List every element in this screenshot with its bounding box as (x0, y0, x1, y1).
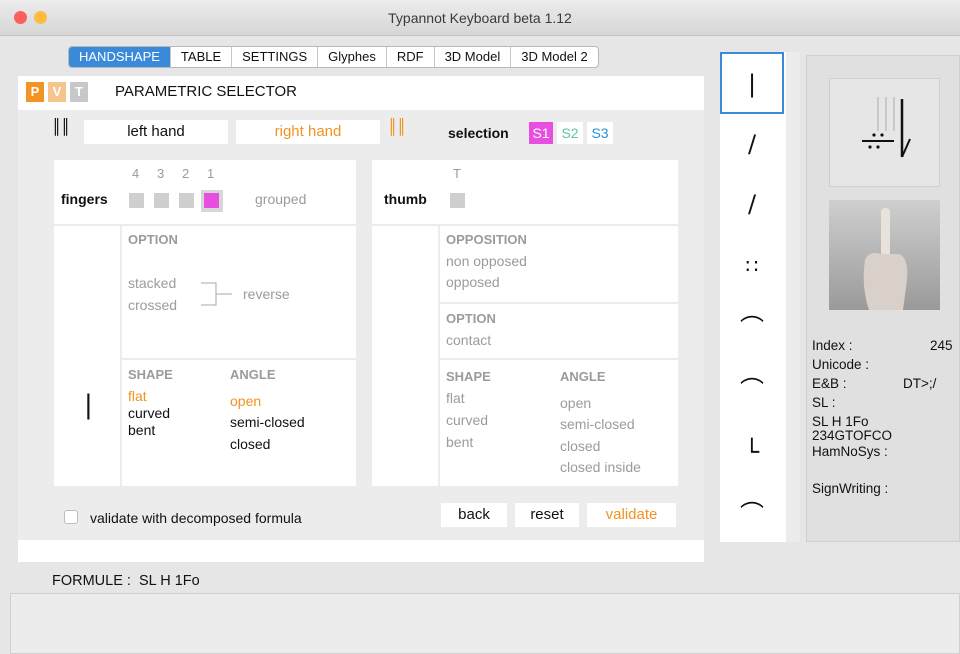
selection-label: selection (448, 125, 509, 141)
thumb-angle-semi-closed[interactable]: semi-closed (560, 416, 635, 432)
shape-title: SHAPE (128, 367, 173, 382)
finger-num-2: 2 (182, 166, 190, 181)
shape-curved[interactable]: curved (128, 405, 170, 421)
finger-num-1: 1 (207, 166, 215, 181)
finger-num-4: 4 (132, 166, 140, 181)
s3-button[interactable]: S3 (587, 122, 613, 144)
glyph-item[interactable]: └ (720, 422, 784, 482)
title-bar: Typannot Keyboard beta 1.12 (0, 0, 960, 36)
thumb-shape-title: SHAPE (446, 369, 491, 384)
bracket-connector (201, 282, 232, 306)
finger-2-checkbox[interactable] (179, 193, 194, 208)
thumb-option-title: OPTION (446, 311, 496, 326)
thumb-shape-bent[interactable]: bent (446, 434, 473, 450)
finger-4-checkbox[interactable] (129, 193, 144, 208)
tab-table[interactable]: TABLE (171, 47, 233, 67)
selector-title: PARAMETRIC SELECTOR (115, 83, 297, 100)
crossed-option[interactable]: crossed (128, 297, 177, 313)
glyph-item[interactable]: | (720, 52, 784, 114)
right-hand-glyph: ║║ (388, 118, 407, 136)
grouped-label[interactable]: grouped (255, 191, 306, 207)
reverse-option[interactable]: reverse (243, 286, 290, 302)
right-hand-button[interactable]: right hand (236, 120, 380, 144)
glyph-item[interactable]: ⌒ (720, 298, 784, 358)
non-opposed-option[interactable]: non opposed (446, 253, 527, 269)
angle-closed[interactable]: closed (230, 436, 270, 452)
finger-1-checkbox[interactable] (204, 193, 219, 208)
opposition-title: OPPOSITION (446, 232, 527, 247)
glyph-item[interactable]: ∷ (720, 236, 784, 296)
tab-3d-model-2[interactable]: 3D Model 2 (511, 47, 597, 67)
s2-button[interactable]: S2 (557, 122, 583, 144)
glyph-item[interactable]: ⌒ (720, 484, 784, 544)
glyph-list: | ∕ ∕ ∷ ⌒ ⌒ └ ⌒ (720, 52, 786, 542)
formula-output[interactable] (10, 593, 960, 654)
signwriting-label: SignWriting : (812, 481, 889, 496)
thumb-angle-closed-inside[interactable]: closed inside (560, 459, 641, 475)
stacked-option[interactable]: stacked (128, 275, 176, 291)
tab-handshape[interactable]: HANDSHAPE (69, 47, 171, 67)
eb-label: E&B : (812, 376, 847, 391)
sl-label: SL : (812, 395, 836, 410)
mode-p-button[interactable]: P (26, 82, 44, 102)
tab-settings[interactable]: SETTINGS (232, 47, 319, 67)
back-button[interactable]: back (441, 503, 507, 527)
sl-value-1: SL H 1Fo (812, 414, 869, 429)
glyph-item[interactable]: ∕ (720, 174, 784, 234)
reset-button[interactable]: reset (515, 503, 579, 527)
glyph-item[interactable]: ⌒ (720, 360, 784, 420)
shape-bent[interactable]: bent (128, 422, 155, 438)
hamnosys-label: HamNoSys : (812, 444, 888, 459)
finger-num-3: 3 (157, 166, 165, 181)
tab-bar: HANDSHAPE TABLE SETTINGS Glyphes RDF 3D … (68, 46, 599, 68)
validate-decomposed-label: validate with decomposed formula (90, 510, 302, 526)
thumb-t-label: T (453, 166, 461, 181)
thumb-label: thumb (384, 191, 427, 207)
mode-v-button[interactable]: V (48, 82, 66, 102)
tab-3d-model[interactable]: 3D Model (435, 47, 512, 67)
glyph-item[interactable]: ∕ (720, 114, 784, 174)
fingers-glyph: | (84, 390, 93, 420)
formula-label: FORMULE : SL H 1Fo (52, 573, 200, 589)
shape-flat[interactable]: flat (128, 388, 147, 404)
handshape-glyph-icon (862, 97, 911, 158)
option-title: OPTION (128, 232, 178, 247)
angle-open[interactable]: open (230, 393, 261, 409)
thumb-checkbox[interactable] (450, 193, 465, 208)
finger-3-checkbox[interactable] (154, 193, 169, 208)
tab-glyphes[interactable]: Glyphes (318, 47, 387, 67)
selected-glyph-preview (829, 78, 940, 187)
validate-button[interactable]: validate (587, 503, 676, 527)
window-title: Typannot Keyboard beta 1.12 (388, 10, 572, 26)
glyph-list-scrollbar[interactable] (786, 52, 800, 542)
mode-t-button[interactable]: T (70, 82, 88, 102)
fingers-label: fingers (61, 191, 108, 207)
fingers-glyph-cell (54, 226, 120, 486)
tab-rdf[interactable]: RDF (387, 47, 435, 67)
index-label: Index : (812, 338, 853, 353)
angle-semi-closed[interactable]: semi-closed (230, 414, 305, 430)
angle-title: ANGLE (230, 367, 276, 382)
sl-value-2: 234GTOFCO (812, 428, 893, 443)
validate-decomposed-checkbox[interactable] (64, 510, 78, 524)
thumb-shape-curved[interactable]: curved (446, 412, 488, 428)
left-hand-glyph: ║║ (52, 118, 71, 136)
opposed-option[interactable]: opposed (446, 274, 500, 290)
thumb-shape-flat[interactable]: flat (446, 390, 465, 406)
hand-photo (829, 200, 940, 310)
contact-option[interactable]: contact (446, 332, 491, 348)
thumb-glyph-cell (372, 226, 438, 486)
left-hand-button[interactable]: left hand (84, 120, 228, 144)
thumb-angle-open[interactable]: open (560, 395, 591, 411)
s1-button[interactable]: S1 (529, 122, 553, 144)
eb-value: DT>;/ (903, 376, 937, 391)
status-strip (18, 540, 704, 562)
thumb-angle-closed[interactable]: closed (560, 438, 600, 454)
unicode-label: Unicode : (812, 357, 870, 372)
thumb-angle-title: ANGLE (560, 369, 606, 384)
index-value: 245 (930, 338, 953, 353)
hand-photo-image (863, 208, 908, 310)
